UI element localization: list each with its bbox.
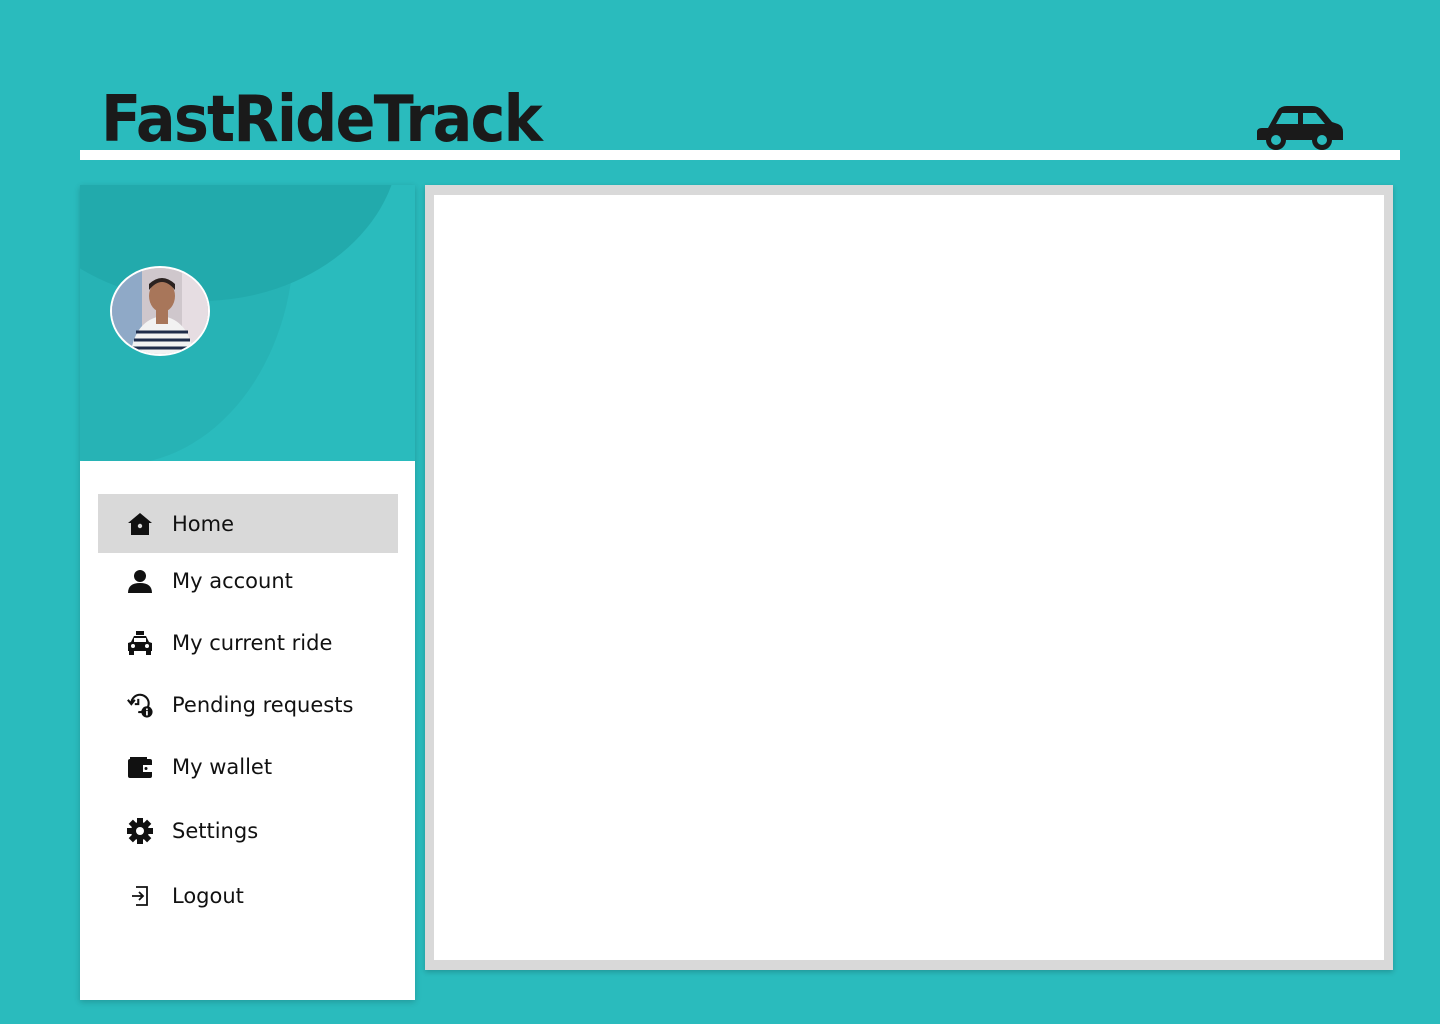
avatar[interactable] bbox=[110, 266, 210, 356]
sidebar-item-label: Logout bbox=[172, 883, 244, 908]
sidebar-item-my-account[interactable]: My account bbox=[98, 551, 398, 610]
logout-icon bbox=[127, 883, 153, 909]
car-icon bbox=[1254, 102, 1344, 152]
taxi-icon bbox=[127, 630, 153, 656]
sidebar-item-settings[interactable]: Settings bbox=[98, 801, 398, 860]
home-icon bbox=[127, 511, 153, 537]
sidebar-item-label: Home bbox=[172, 511, 235, 536]
sidebar-item-label: My account bbox=[172, 568, 293, 593]
sidebar-item-label: Settings bbox=[172, 818, 259, 843]
sidebar-item-my-wallet[interactable]: My wallet bbox=[98, 737, 398, 796]
sidebar-item-home[interactable]: Home bbox=[98, 494, 398, 553]
sidebar-item-label: Pending requests bbox=[172, 692, 354, 717]
app-page: FastRideTrack Home My account My current… bbox=[0, 0, 1440, 1024]
sidebar-item-label: My wallet bbox=[172, 754, 273, 779]
main-content-area bbox=[434, 195, 1384, 960]
sidebar-item-my-current-ride[interactable]: My current ride bbox=[98, 613, 398, 672]
profile-panel bbox=[80, 185, 415, 461]
user-icon bbox=[127, 568, 153, 594]
history-info-icon bbox=[127, 692, 153, 718]
sidebar: Home My account My current ride Pending … bbox=[80, 185, 415, 1000]
sidebar-item-logout[interactable]: Logout bbox=[98, 866, 398, 925]
app-title: FastRideTrack bbox=[101, 83, 543, 157]
wallet-icon bbox=[127, 754, 153, 780]
header-divider bbox=[80, 150, 1400, 160]
content-frame bbox=[425, 185, 1393, 970]
gear-icon bbox=[127, 817, 153, 844]
sidebar-item-pending-requests[interactable]: Pending requests bbox=[98, 675, 398, 734]
sidebar-item-label: My current ride bbox=[172, 630, 333, 655]
